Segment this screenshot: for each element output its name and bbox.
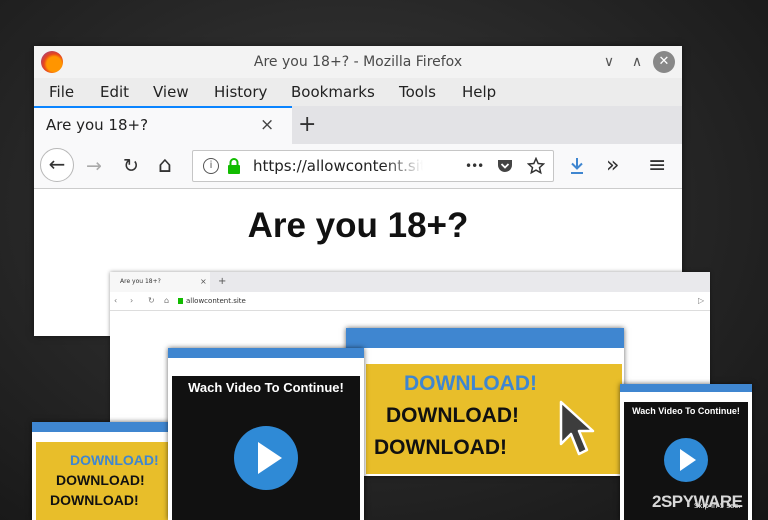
small-download-ad-area[interactable]: DOWNLOAD! DOWNLOAD! DOWNLOAD!: [36, 442, 170, 520]
video-popup-title-bar: [168, 348, 364, 358]
page-heading: Are you 18+?: [247, 206, 469, 245]
small-video-title: Wach Video To Continue!: [632, 406, 740, 416]
forward-button[interactable]: →: [86, 144, 102, 188]
menu-edit[interactable]: Edit: [100, 78, 129, 106]
popup-title-bar: [346, 328, 624, 348]
small-download-text-3: DOWNLOAD!: [50, 492, 139, 508]
menu-hamburger-icon[interactable]: ≡: [648, 144, 666, 188]
menu-bookmarks[interactable]: Bookmarks: [291, 78, 375, 106]
small-menu-icon[interactable]: ▷: [698, 292, 704, 310]
navigation-bar: ← → ↻ ⌂ i https://allowcontent.site •••: [34, 144, 682, 189]
small-download-text-2: DOWNLOAD!: [56, 472, 145, 488]
small-tab-bar: Are you 18+? × +: [110, 272, 710, 292]
back-button[interactable]: ←: [40, 148, 74, 182]
tab-close-button[interactable]: ×: [260, 108, 274, 142]
close-window-button[interactable]: ✕: [653, 51, 675, 73]
small-new-tab-icon[interactable]: +: [218, 272, 226, 292]
menu-view[interactable]: View: [153, 78, 189, 106]
reload-button[interactable]: ↻: [123, 144, 139, 188]
small-play-triangle: [680, 449, 696, 471]
small-home-icon[interactable]: ⌂: [164, 292, 169, 310]
small-nav-bar: ‹ › ↻ ⌂ allowcontent.site ▷: [110, 292, 710, 311]
small-tab-label[interactable]: Are you 18+?: [110, 272, 210, 292]
info-icon[interactable]: i: [203, 158, 219, 174]
tab-bar: Are you 18+? × +: [34, 106, 682, 144]
maximize-button[interactable]: ∧: [626, 51, 648, 73]
pocket-icon[interactable]: [497, 159, 513, 174]
menu-bar: File Edit View History Bookmarks Tools H…: [34, 78, 682, 107]
tab-label: Are you 18+?: [46, 116, 149, 134]
url-fade: [383, 152, 423, 180]
small-play-button-icon[interactable]: [664, 438, 708, 482]
menu-tools[interactable]: Tools: [399, 78, 436, 106]
page-actions-icon[interactable]: •••: [465, 151, 484, 181]
small-url-text[interactable]: allowcontent.site: [186, 292, 246, 310]
url-bar[interactable]: i https://allowcontent.site •••: [192, 150, 554, 182]
video-player[interactable]: Wach Video To Continue!: [172, 376, 360, 520]
new-tab-button[interactable]: +: [298, 106, 316, 144]
video-popup[interactable]: Wach Video To Continue!: [168, 348, 364, 520]
download-icon[interactable]: [569, 157, 585, 175]
small-tab-close-icon[interactable]: ×: [200, 272, 207, 292]
home-button[interactable]: ⌂: [158, 144, 172, 188]
download-text-1: DOWNLOAD!: [404, 372, 537, 395]
small-download-text-1: DOWNLOAD!: [70, 452, 159, 468]
menu-help[interactable]: Help: [462, 78, 496, 106]
small-reload-icon[interactable]: ↻: [148, 292, 155, 310]
title-bar: Are you 18+? - Mozilla Firefox ∨ ∧ ✕: [34, 46, 682, 78]
small-video-popup-title-bar: [620, 384, 752, 392]
bookmark-star-icon[interactable]: [527, 157, 545, 175]
download-popup-large[interactable]: DOWNLOAD! DOWNLOAD! DOWNLOAD!: [346, 328, 624, 476]
mouse-cursor-icon: [559, 400, 595, 456]
download-text-3: DOWNLOAD!: [374, 436, 507, 459]
menu-file[interactable]: File: [49, 78, 74, 106]
lock-icon: [228, 158, 240, 174]
watermark-logo: 2SPYWARE: [652, 492, 743, 511]
small-popup-title-bar: [32, 422, 172, 432]
small-forward-icon[interactable]: ›: [130, 292, 133, 310]
minimize-button[interactable]: ∨: [598, 51, 620, 73]
menu-history[interactable]: History: [214, 78, 267, 106]
small-back-icon[interactable]: ‹: [114, 292, 117, 310]
download-text-2: DOWNLOAD!: [386, 404, 519, 427]
play-button-icon[interactable]: [234, 426, 298, 490]
play-triangle: [258, 442, 282, 474]
tab-active[interactable]: Are you 18+? ×: [34, 106, 292, 144]
video-title: Wach Video To Continue!: [188, 380, 344, 395]
small-lock-icon: [178, 298, 183, 304]
download-popup-small[interactable]: DOWNLOAD! DOWNLOAD! DOWNLOAD!: [32, 422, 172, 520]
window-title: Are you 18+? - Mozilla Firefox: [253, 54, 463, 70]
download-ad-area[interactable]: DOWNLOAD! DOWNLOAD! DOWNLOAD!: [366, 364, 622, 474]
overflow-icon[interactable]: »: [606, 144, 619, 188]
